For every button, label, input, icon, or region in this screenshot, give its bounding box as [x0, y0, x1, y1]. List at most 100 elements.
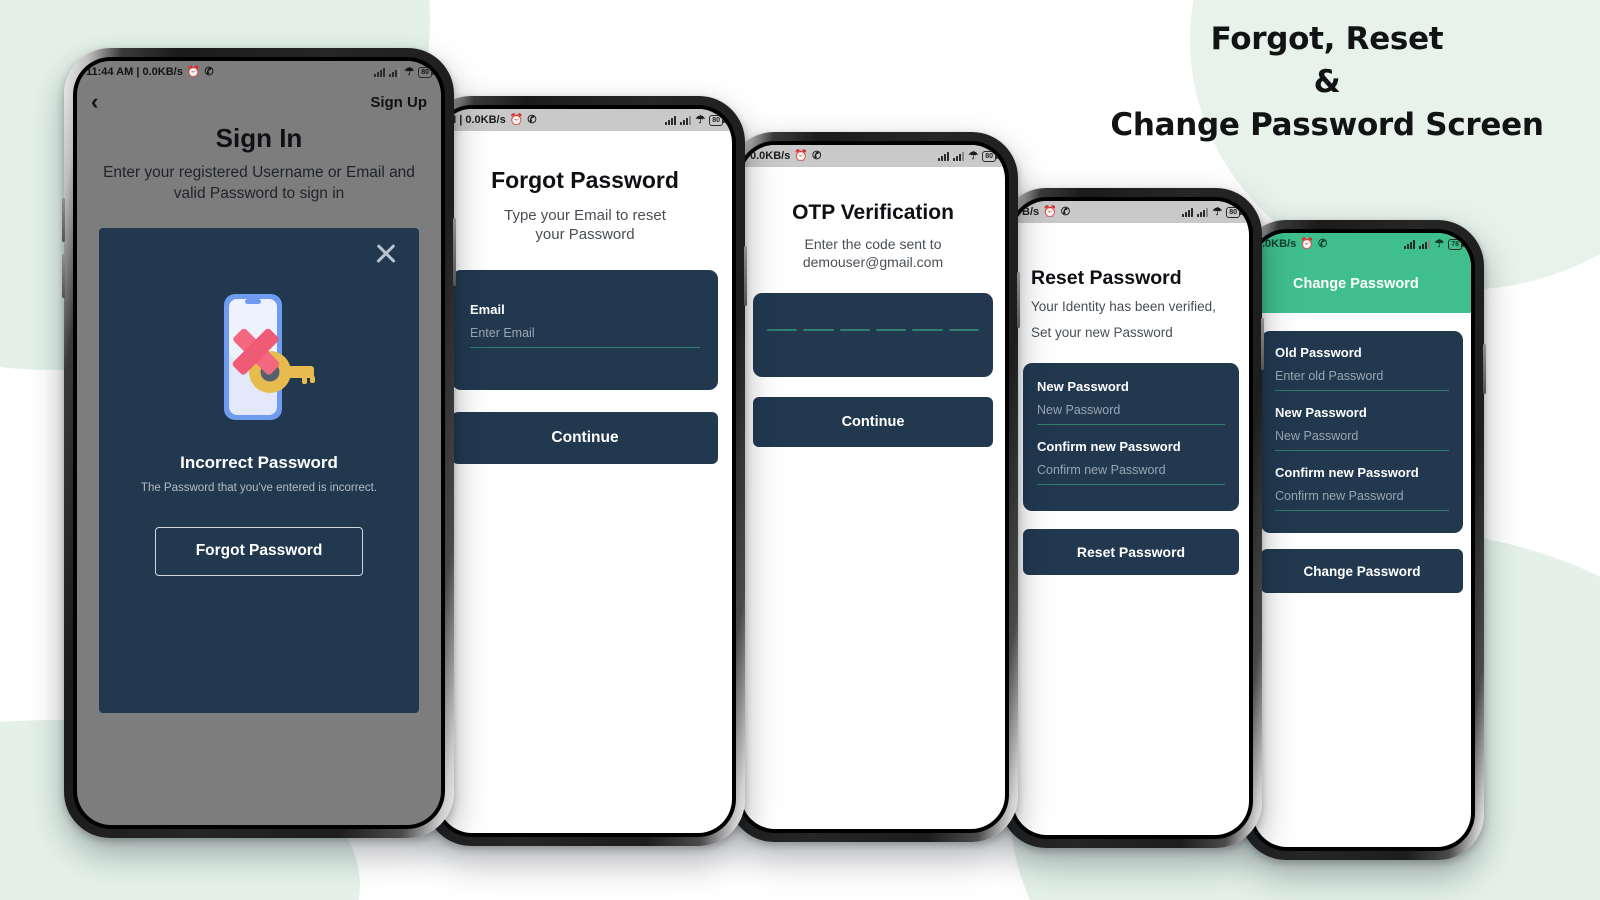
email-input[interactable]: Enter Email [470, 326, 700, 340]
chevron-left-icon[interactable]: ‹ [91, 91, 98, 113]
status-bar: B/s ⏰ ✆ ☂ 80 [1013, 201, 1249, 223]
power-button[interactable] [1017, 272, 1020, 328]
signal-bars-secondary-icon [953, 151, 965, 161]
confirm-password-input[interactable]: Confirm new Password [1275, 489, 1449, 503]
power-button[interactable] [744, 246, 747, 306]
screen-subtitle-line-1: Your Identity has been verified, [1031, 299, 1216, 314]
page-title-line-1: Forgot, Reset [1210, 21, 1444, 57]
whatsapp-icon: ✆ [527, 113, 537, 126]
status-bar: 11:44 AM | 0.0KB/s ⏰ ✆ ☂ 80 [77, 61, 441, 83]
signal-bars-secondary-icon [389, 67, 401, 77]
status-bar: 0.0KB/s ⏰ ✆ ☂ 80 [741, 145, 1005, 167]
new-password-underline [1037, 424, 1225, 426]
battery-icon: 80 [418, 66, 434, 78]
phone-mockup-change-password: .0KB/s ⏰ ✆ ☂ 78 Change Password Old Pass… [1240, 220, 1486, 860]
field-group-new-password: New Password New Password [1037, 379, 1225, 426]
page-title: Forgot, Reset & Change Password Screen [1092, 18, 1562, 146]
dialog-title: Incorrect Password [180, 453, 338, 472]
wifi-icon: ☂ [404, 65, 415, 78]
screen-subtitle: Enter your registered Username or Email … [103, 164, 415, 202]
old-password-underline [1275, 390, 1449, 391]
power-button[interactable] [1483, 344, 1486, 394]
phone-mockup-forgot-password: M | 0.0KB/s ⏰ ✆ ☂ 80 Forgot Password Typ… [425, 96, 747, 846]
old-password-label: Old Password [1275, 345, 1362, 360]
status-bar: .0KB/s ⏰ ✆ ☂ 78 [1253, 233, 1471, 255]
alarm-icon: ⏰ [509, 113, 524, 126]
page-title-line-3: Change Password Screen [1110, 106, 1544, 143]
screen-title: Reset Password [1031, 267, 1182, 289]
screen-otp-verification: 0.0KB/s ⏰ ✆ ☂ 80 OTP Verification Enter … [741, 145, 1005, 829]
field-group-new-password: New Password New Password [1275, 405, 1449, 451]
phone-mockup-reset-password: B/s ⏰ ✆ ☂ 80 Reset Password Your Identit… [1000, 188, 1264, 848]
continue-button[interactable]: Continue [452, 412, 718, 465]
old-password-input[interactable]: Enter old Password [1275, 369, 1449, 383]
signal-bars-secondary-icon [1197, 207, 1209, 217]
status-bar-time: 11:44 AM | 0.0KB/s [86, 66, 183, 78]
wifi-icon: ☂ [1434, 237, 1445, 250]
screen-sign-in: 11:44 AM | 0.0KB/s ⏰ ✆ ☂ 80 ‹ Sign Up Si… [77, 61, 441, 825]
screen-title: Forgot Password [491, 167, 679, 193]
volume-up-button[interactable] [62, 198, 65, 242]
close-icon[interactable] [371, 238, 401, 268]
app-bar-title: Change Password [1253, 255, 1471, 313]
screen-subtitle-line-2: Set your new Password [1031, 324, 1173, 340]
screen-forgot-password: M | 0.0KB/s ⏰ ✆ ☂ 80 Forgot Password Typ… [438, 109, 732, 833]
whatsapp-icon: ✆ [1060, 205, 1071, 218]
continue-button[interactable]: Continue [753, 396, 993, 447]
dialog-description: The Password that you've entered is inco… [140, 482, 378, 494]
reset-password-button[interactable]: Reset Password [1023, 529, 1239, 576]
phone-mockup-otp-verification: 0.0KB/s ⏰ ✆ ☂ 80 OTP Verification Enter … [728, 132, 1020, 842]
power-button[interactable] [453, 218, 456, 286]
volume-down-button[interactable] [62, 254, 65, 298]
signal-bars-secondary-icon [680, 115, 692, 125]
change-password-button[interactable]: Change Password [1261, 549, 1463, 593]
alarm-icon: ⏰ [1043, 205, 1057, 218]
signal-bars-icon [1182, 207, 1194, 217]
otp-cell-3[interactable] [839, 329, 870, 331]
forgot-password-button[interactable]: Forgot Password [155, 526, 363, 576]
screen-title: OTP Verification [792, 201, 954, 224]
phone-key-error-illustration [202, 290, 317, 425]
otp-input-group[interactable] [767, 329, 979, 331]
screen-subtitle: Enter the code sent to demouser@gmail.co… [802, 236, 944, 271]
new-password-input[interactable]: New Password [1275, 429, 1449, 443]
confirm-password-label: Confirm new Password [1275, 465, 1419, 480]
screen-title: Sign In [215, 123, 303, 153]
field-group-email: Email Enter Email [470, 302, 700, 349]
field-group-confirm-password: Confirm new Password Confirm new Passwor… [1037, 439, 1225, 486]
alarm-icon: ⏰ [1300, 237, 1314, 250]
whatsapp-icon: ✆ [1317, 237, 1328, 250]
screen-subtitle: Type your Email to reset your Password [504, 207, 666, 244]
signal-bars-icon [665, 115, 677, 125]
otp-cell-4[interactable] [875, 329, 907, 331]
signal-bars-secondary-icon [1419, 239, 1431, 249]
screen-change-password: .0KB/s ⏰ ✆ ☂ 78 Change Password Old Pass… [1253, 233, 1471, 847]
otp-cell-6[interactable] [948, 329, 979, 331]
otp-cell-2[interactable] [803, 329, 834, 331]
otp-card [753, 293, 993, 377]
new-password-input[interactable]: New Password [1037, 403, 1225, 417]
email-underline [470, 347, 700, 349]
form-card: Email Enter Email [452, 270, 718, 391]
field-group-old-password: Old Password Enter old Password [1275, 345, 1449, 391]
form-card: Old Password Enter old Password New Pass… [1261, 331, 1463, 533]
confirm-password-input[interactable]: Confirm new Password [1037, 463, 1225, 477]
wifi-icon: ☂ [695, 113, 706, 126]
screen-reset-password: B/s ⏰ ✆ ☂ 80 Reset Password Your Identit… [1013, 201, 1249, 835]
signal-bars-icon [1404, 239, 1416, 249]
alarm-icon: ⏰ [794, 149, 809, 162]
alarm-icon: ⏰ [186, 65, 201, 78]
sign-up-link[interactable]: Sign Up [370, 94, 427, 111]
power-button[interactable] [1261, 318, 1264, 370]
otp-cell-1[interactable] [767, 329, 798, 331]
wifi-icon: ☂ [968, 149, 979, 162]
email-label: Email [470, 302, 505, 318]
new-password-label: New Password [1037, 379, 1129, 395]
new-password-underline [1275, 450, 1449, 451]
whatsapp-icon: ✆ [204, 65, 214, 78]
incorrect-password-dialog: Incorrect Password The Password that you… [99, 228, 419, 713]
signal-bars-icon [374, 67, 386, 77]
field-group-confirm-password: Confirm new Password Confirm new Passwor… [1275, 465, 1449, 511]
otp-cell-5[interactable] [912, 329, 943, 331]
battery-icon: 80 [709, 114, 725, 126]
